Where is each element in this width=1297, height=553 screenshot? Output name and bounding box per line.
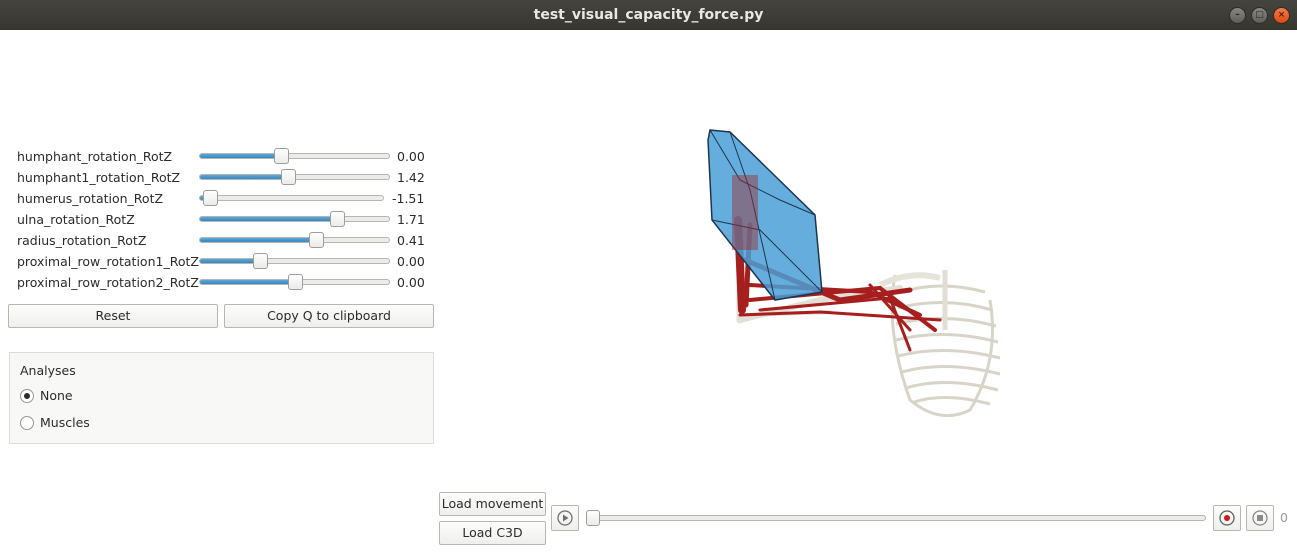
analyses-title: Analyses [20,363,76,378]
slider-handle[interactable] [203,190,219,206]
slider-handle[interactable] [273,148,289,164]
slider-row-proximal-row1: proximal_row_rotation1_RotZ 0.00 [0,251,440,272]
slider-row-humerus: humerus_rotation_RotZ -1.51 [0,188,440,209]
slider-fill [200,280,295,284]
slider-label: humerus_rotation_RotZ [17,191,164,206]
slider-row-proximal-row2: proximal_row_rotation2_RotZ 0.00 [0,272,440,293]
window-controls: – □ × [1229,7,1290,24]
slider-fill [200,217,340,221]
slider-value: 0.00 [397,254,425,269]
window-titlebar: test_visual_capacity_force.py – □ × [0,0,1297,30]
minimize-icon[interactable]: – [1229,7,1246,24]
slider-value: 0.00 [397,275,425,290]
copy-q-button[interactable]: Copy Q to clipboard [224,304,434,328]
capacity-volume [707,129,823,301]
slider-fill [200,238,318,242]
slider-value: 1.71 [397,212,425,227]
slider-handle[interactable] [252,253,268,269]
slider-label: radius_rotation_RotZ [17,233,147,248]
radio-indicator[interactable] [20,389,34,403]
radio-label: None [40,388,73,403]
timeline-handle[interactable] [586,510,600,526]
slider-fill [200,259,257,263]
slider-value: 1.42 [397,170,425,185]
slider-fill [200,154,280,158]
slider-value: -1.51 [392,191,425,206]
record-button[interactable] [1213,505,1241,531]
slider-track[interactable] [199,253,390,269]
play-button[interactable] [551,505,579,531]
radio-label: Muscles [40,415,90,430]
slider-handle[interactable] [288,274,303,290]
slider-row-humphant: humphant_rotation_RotZ 0.00 [0,146,440,167]
slider-value: 0.41 [397,233,425,248]
close-icon[interactable]: × [1273,7,1290,24]
slider-handle[interactable] [280,169,296,185]
slider-handle[interactable] [330,211,346,227]
load-c3d-button[interactable]: Load C3D [439,521,546,545]
maximize-icon[interactable]: □ [1251,7,1268,24]
model-viewer[interactable] [440,30,1297,485]
model-render [707,129,1001,418]
slider-track[interactable] [199,169,390,185]
slider-label: proximal_row_rotation1_RotZ [17,254,199,269]
stop-button[interactable] [1246,505,1274,531]
timeline-track[interactable] [588,515,1206,521]
slider-track[interactable] [199,148,390,164]
frame-counter: 0 [1280,510,1288,525]
reset-button[interactable]: Reset [8,304,218,328]
slider-fill [200,175,287,179]
slider-row-humphant1: humphant1_rotation_RotZ 1.42 [0,167,440,188]
slider-track[interactable] [199,211,390,227]
slider-row-radius: radius_rotation_RotZ 0.41 [0,230,440,251]
stop-icon [1252,510,1268,526]
slider-row-ulna: ulna_rotation_RotZ 1.71 [0,209,440,230]
load-movement-button[interactable]: Load movement [439,492,546,516]
slider-value: 0.00 [397,149,425,164]
slider-track[interactable] [199,274,390,290]
slider-label: humphant1_rotation_RotZ [17,170,181,185]
analyses-group: Analyses None Muscles [9,352,434,444]
slider-label: proximal_row_rotation2_RotZ [17,275,199,290]
window-title: test_visual_capacity_force.py [533,7,764,23]
play-icon [557,510,573,526]
slider-track[interactable] [199,190,384,206]
slider-label: ulna_rotation_RotZ [17,212,135,227]
slider-track[interactable] [199,232,390,248]
slider-label: humphant_rotation_RotZ [17,149,173,164]
radio-indicator[interactable] [20,416,34,430]
slider-handle[interactable] [309,232,325,248]
record-icon [1219,510,1235,526]
